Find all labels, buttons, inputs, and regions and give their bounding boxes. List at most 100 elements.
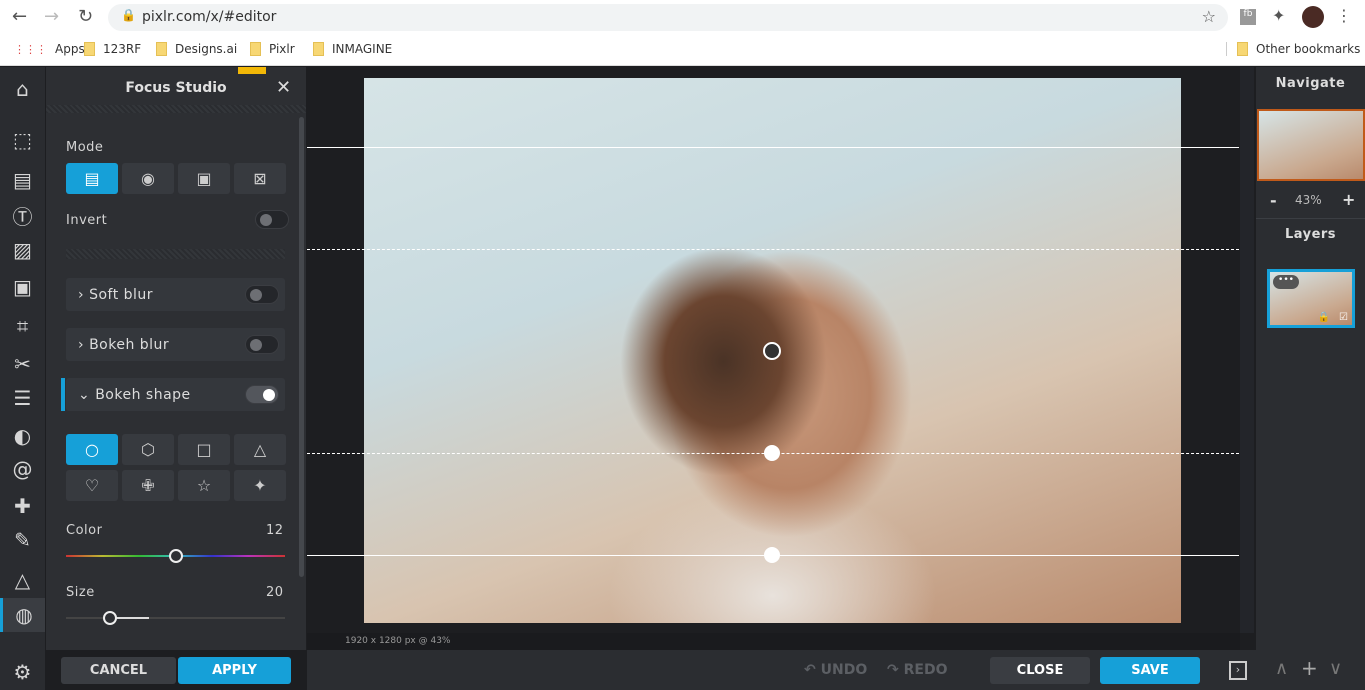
- bookmark-apps[interactable]: ⋮⋮⋮ Apps: [14, 42, 85, 56]
- lock-icon: 🔒: [121, 8, 136, 22]
- shape-sparkle-button[interactable]: ✦: [234, 470, 286, 501]
- address-bar[interactable]: 🔒 pixlr.com/x/#editor ☆: [108, 4, 1228, 31]
- chevron-down-icon: ⌄: [78, 386, 91, 403]
- forward-icon[interactable]: →: [44, 6, 59, 27]
- shape-circle-button[interactable]: ○: [66, 434, 118, 465]
- draw-icon[interactable]: △: [0, 563, 45, 597]
- add-icon[interactable]: +: [1301, 656, 1318, 680]
- bokeh-shape-toggle[interactable]: [245, 385, 279, 404]
- divider: [66, 249, 285, 259]
- layer-lock-icon[interactable]: 🔒: [1318, 312, 1330, 323]
- bookmark-designs[interactable]: Designs.ai: [156, 42, 237, 56]
- size-slider[interactable]: [66, 617, 285, 619]
- mode-none-button[interactable]: ⊠: [234, 163, 286, 194]
- bokeh-blur-section[interactable]: › Bokeh blur: [66, 328, 285, 361]
- section-label: Bokeh blur: [89, 336, 170, 353]
- panel-tab-marker: [238, 67, 266, 74]
- bokeh-shape-section[interactable]: ⌄ Bokeh shape: [66, 378, 285, 411]
- invert-toggle[interactable]: [255, 210, 289, 229]
- zoom-in-button[interactable]: +: [1342, 190, 1355, 209]
- color-value: 12: [266, 523, 284, 538]
- crop-tool-icon[interactable]: ⌗: [0, 309, 45, 343]
- arrange-tool-icon[interactable]: ⬚: [0, 123, 45, 157]
- bookmark-123rf[interactable]: 123RF: [84, 42, 141, 56]
- star-icon[interactable]: ☆: [1202, 7, 1216, 26]
- mode-linear-button[interactable]: ▤: [66, 163, 118, 194]
- layout-tool-icon[interactable]: ▤: [0, 163, 45, 197]
- divider: [1256, 218, 1365, 219]
- focus-studio-panel: Focus Studio ✕ Mode ▤ ◉ ▣ ⊠ Invert › Sof…: [46, 67, 306, 650]
- divider: [46, 105, 306, 113]
- adjust-sliders-icon[interactable]: ☰: [0, 381, 45, 415]
- shape-heart-button[interactable]: ♡: [66, 470, 118, 501]
- shape-cross-button[interactable]: ✙: [122, 470, 174, 501]
- close-panel-icon[interactable]: ✕: [276, 77, 291, 98]
- bookmark-pixlr[interactable]: Pixlr: [250, 42, 295, 56]
- section-label: Bokeh shape: [95, 386, 191, 403]
- layer-thumbnail[interactable]: ••• ☑ 🔒: [1267, 269, 1355, 328]
- focus-outer-line-top[interactable]: [307, 147, 1239, 148]
- folder-icon: [313, 42, 324, 56]
- bookmark-label: INMAGINE: [332, 42, 393, 56]
- layer-options-icon[interactable]: •••: [1273, 275, 1299, 289]
- focus-inner-handle[interactable]: [764, 445, 780, 461]
- home-icon[interactable]: ⌂: [0, 72, 45, 106]
- panel-scrollbar[interactable]: [299, 117, 304, 577]
- cutout-scissors-icon[interactable]: ✂: [0, 347, 45, 381]
- settings-gear-icon[interactable]: ⚙: [0, 655, 45, 689]
- apps-grid-icon: ⋮⋮⋮: [14, 42, 47, 56]
- redo-button[interactable]: ↷ REDO: [887, 662, 947, 678]
- invert-label: Invert: [66, 213, 108, 228]
- puzzle-icon[interactable]: ✦: [1272, 6, 1285, 25]
- soft-blur-section[interactable]: › Soft blur: [66, 278, 285, 311]
- focus-inner-line-top[interactable]: [307, 249, 1239, 250]
- filter-contrast-icon[interactable]: ◐: [0, 419, 45, 453]
- zoom-out-button[interactable]: -: [1270, 191, 1277, 210]
- mode-radial-button[interactable]: ◉: [122, 163, 174, 194]
- shape-triangle-button[interactable]: △: [234, 434, 286, 465]
- cancel-button[interactable]: CANCEL: [61, 657, 176, 684]
- other-bookmarks[interactable]: Other bookmarks: [1226, 42, 1360, 56]
- chevron-up-icon[interactable]: ∧: [1275, 658, 1288, 679]
- bookmark-label: Pixlr: [269, 42, 295, 56]
- avatar[interactable]: [1302, 6, 1324, 28]
- liquify-spiral-icon[interactable]: @: [0, 452, 45, 486]
- save-button[interactable]: SAVE: [1100, 657, 1200, 684]
- bookmark-inmagine[interactable]: INMAGINE: [313, 42, 392, 56]
- reload-icon[interactable]: ↻: [78, 6, 93, 27]
- shape-square-button[interactable]: □: [178, 434, 230, 465]
- pattern-tool-icon[interactable]: ▨: [0, 233, 45, 267]
- folder-icon: [1237, 42, 1248, 56]
- size-slider-handle[interactable]: [102, 611, 117, 625]
- bokeh-blur-toggle[interactable]: [245, 335, 279, 354]
- size-value: 20: [266, 585, 284, 600]
- back-icon[interactable]: ←: [12, 6, 27, 27]
- close-button[interactable]: CLOSE: [990, 657, 1090, 684]
- undo-button[interactable]: ↶ UNDO: [804, 662, 867, 678]
- mode-gradient-button[interactable]: ▣: [178, 163, 230, 194]
- text-tool-icon[interactable]: Ⓣ: [0, 198, 45, 232]
- canvas-scrollbar[interactable]: [1240, 67, 1254, 633]
- chevron-down-icon[interactable]: ∨: [1329, 658, 1342, 679]
- browser-toolbar: ← → ↻ 🔒 pixlr.com/x/#editor ☆ fb ✦ ⋮: [0, 0, 1365, 34]
- menu-icon[interactable]: ⋮: [1336, 6, 1352, 25]
- size-label: Size: [66, 585, 95, 600]
- apply-button[interactable]: APPLY: [178, 657, 291, 684]
- focus-outer-handle[interactable]: [764, 547, 780, 563]
- canvas-status: 1920 x 1280 px @ 43%: [307, 633, 1240, 650]
- brush-icon[interactable]: ✎: [0, 523, 45, 557]
- shape-star-button[interactable]: ☆: [178, 470, 230, 501]
- focus-center-handle[interactable]: [763, 342, 781, 360]
- extension-icon[interactable]: fb: [1240, 9, 1256, 25]
- expand-panel-icon[interactable]: ›: [1229, 661, 1247, 680]
- panel-title: Focus Studio: [125, 80, 227, 96]
- navigator-thumbnail[interactable]: [1257, 109, 1365, 181]
- image-tool-icon[interactable]: ▣: [0, 270, 45, 304]
- soft-blur-toggle[interactable]: [245, 285, 279, 304]
- color-slider-handle[interactable]: [168, 549, 183, 563]
- url-text: pixlr.com/x/#editor: [142, 9, 277, 25]
- shape-hexagon-button[interactable]: ⬡: [122, 434, 174, 465]
- layer-visible-checkbox-icon[interactable]: ☑: [1339, 312, 1348, 323]
- heal-bandage-icon[interactable]: ✚: [0, 489, 45, 523]
- focus-tool-icon[interactable]: ◍: [0, 598, 45, 632]
